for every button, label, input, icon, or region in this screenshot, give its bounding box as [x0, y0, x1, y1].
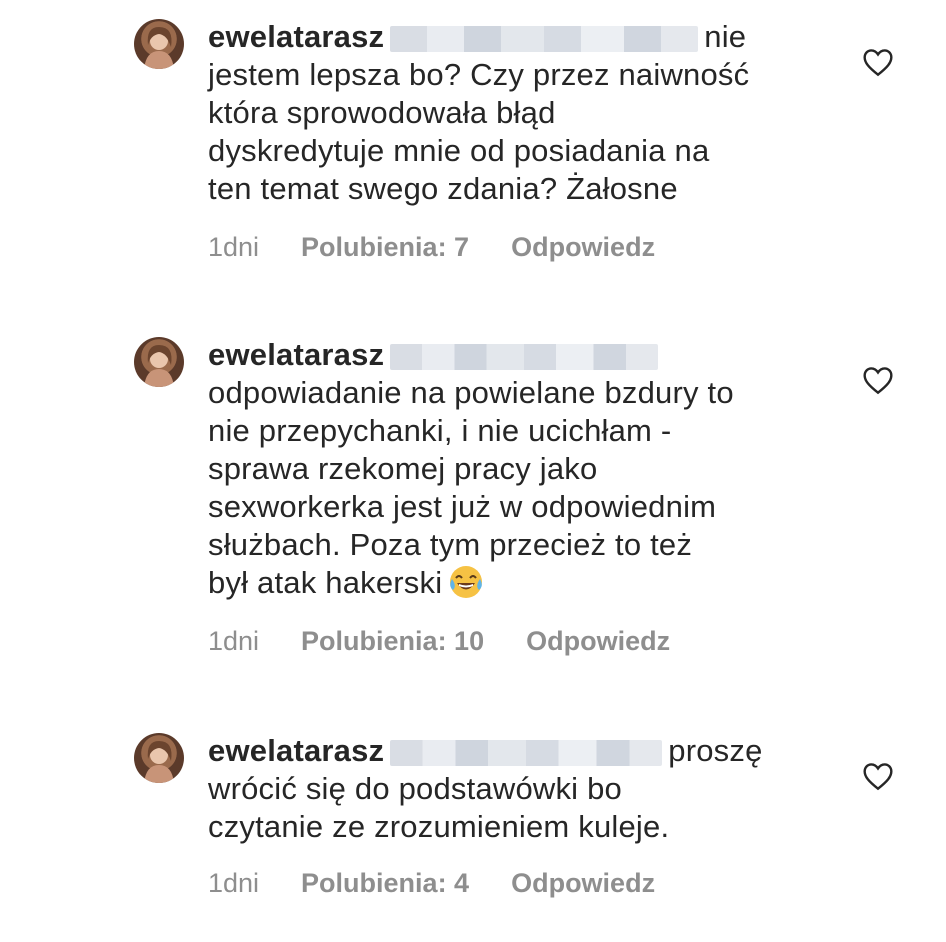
timestamp: 1dni	[208, 868, 260, 898]
comment-text: ewelatarasz odpowiadanie na powielane bz…	[208, 337, 734, 600]
avatar[interactable]	[134, 733, 184, 783]
comment-text: ewelatarasz nie jestem lepsza bo? Czy prz…	[208, 19, 750, 206]
comment-text: ewelatarasz proszę wrócić się do podstawó…	[208, 733, 763, 844]
heart-outline-icon[interactable]	[862, 365, 894, 395]
heart-outline-icon[interactable]	[862, 47, 894, 77]
avatar[interactable]	[134, 337, 184, 387]
comment-meta: 1dni Polubienia: 7 Odpowiedz	[208, 232, 655, 263]
face-with-tears-of-joy-icon	[450, 566, 483, 598]
redacted-mention	[390, 343, 659, 370]
likes-count[interactable]: Polubienia: 10	[301, 626, 484, 657]
comment-meta: 1dni Polubienia: 4 Odpowiedz	[208, 868, 655, 899]
reply-button[interactable]: Odpowiedz	[511, 868, 655, 899]
likes-count[interactable]: Polubienia: 7	[301, 232, 469, 263]
likes-count[interactable]: Polubienia: 4	[301, 868, 469, 899]
username[interactable]: ewelatarasz	[208, 19, 384, 54]
redacted-mention	[390, 25, 699, 52]
comment-meta: 1dni Polubienia: 10 Odpowiedz	[208, 626, 670, 657]
redacted-mention	[390, 739, 663, 766]
timestamp: 1dni	[208, 232, 260, 262]
reply-button[interactable]: Odpowiedz	[511, 232, 655, 263]
heart-outline-icon[interactable]	[862, 761, 894, 791]
reply-button[interactable]: Odpowiedz	[526, 626, 670, 657]
timestamp: 1dni	[208, 626, 260, 656]
username[interactable]: ewelatarasz	[208, 733, 384, 768]
avatar[interactable]	[134, 19, 184, 69]
username[interactable]: ewelatarasz	[208, 337, 384, 372]
